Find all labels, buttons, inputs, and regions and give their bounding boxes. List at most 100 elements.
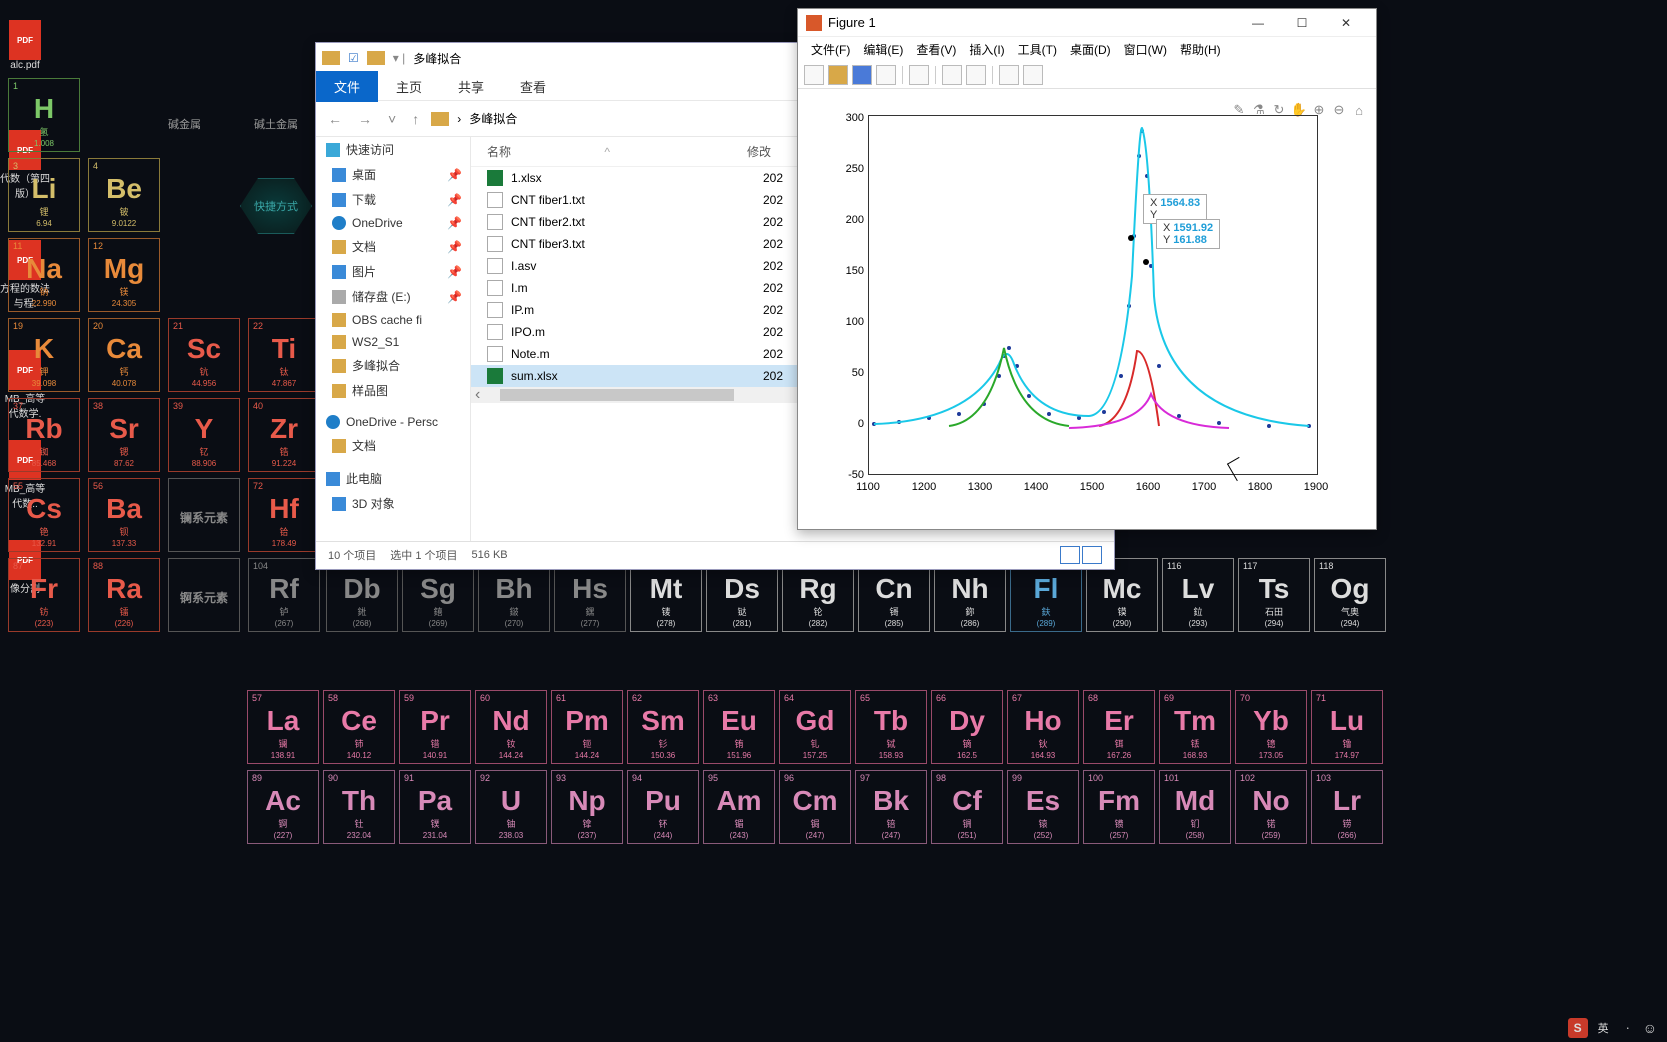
ribbon-file[interactable]: 文件 (316, 71, 378, 102)
element-no[interactable]: 102No锘(259) (1235, 770, 1307, 844)
print-icon[interactable] (876, 65, 896, 85)
element-ba[interactable]: 56Ba钡137.33 (88, 478, 160, 552)
col-name[interactable]: 名称 (487, 145, 511, 159)
element-bk[interactable]: 97Bk锫(247) (855, 770, 927, 844)
element-cm[interactable]: 96Cm锔(247) (779, 770, 851, 844)
menu-item[interactable]: 文件(F) (806, 41, 855, 58)
ime-lang[interactable]: 英 (1594, 1018, 1613, 1038)
view-grid-icon[interactable] (1082, 546, 1102, 564)
element-md[interactable]: 101Md钔(258) (1159, 770, 1231, 844)
nav-fwd-icon[interactable]: → (354, 111, 376, 127)
element-be[interactable]: 4Be铍9.0122 (88, 158, 160, 232)
sidebar-obs[interactable]: OBS cache fi (316, 309, 470, 331)
sidebar-onedrive[interactable]: OneDrive📌 (316, 212, 470, 234)
minimize-button[interactable]: — (1236, 9, 1280, 37)
element-na[interactable]: 11Na钠22.990 (8, 238, 80, 312)
element-sr[interactable]: 38Sr锶87.62 (88, 398, 160, 472)
element-ra[interactable]: 88Ra镭(226) (88, 558, 160, 632)
element-yb[interactable]: 70Yb镱173.05 (1235, 690, 1307, 764)
arrow-icon[interactable] (999, 65, 1019, 85)
element-sm[interactable]: 62Sm钐150.36 (627, 690, 699, 764)
desktop-pdf-icon[interactable]: PDFalc.pdf (0, 20, 50, 71)
element-lu[interactable]: 71Lu镥174.97 (1311, 690, 1383, 764)
element-gd[interactable]: 64Gd钆157.25 (779, 690, 851, 764)
element-lv[interactable]: 116Lv鉝(293) (1162, 558, 1234, 632)
breadcrumb[interactable]: 多峰拟合 (469, 110, 517, 127)
element-li[interactable]: 3Li锂6.94 (8, 158, 80, 232)
maximize-button[interactable]: ☐ (1280, 9, 1324, 37)
sogou-ime-icon[interactable]: S (1568, 1018, 1588, 1038)
element-tm[interactable]: 69Tm铥168.93 (1159, 690, 1231, 764)
element-rb[interactable]: 37Rb铷85.468 (8, 398, 80, 472)
layout-icon[interactable] (1023, 65, 1043, 85)
element-es[interactable]: 99Es锿(252) (1007, 770, 1079, 844)
element-u[interactable]: 92U铀238.03 (475, 770, 547, 844)
sidebar-desktop[interactable]: 桌面📌 (316, 162, 470, 187)
element-og[interactable]: 118Og气奥(294) (1314, 558, 1386, 632)
sidebar-folder2[interactable]: 样品图 (316, 378, 470, 403)
element-pr[interactable]: 59Pr镨140.91 (399, 690, 471, 764)
element-ac[interactable]: 89Ac锕(227) (247, 770, 319, 844)
element-pm[interactable]: 61Pm钷144.24 (551, 690, 623, 764)
ribbon-home[interactable]: 主页 (378, 71, 440, 102)
sidebar-3d-objects[interactable]: 3D 对象 (316, 491, 470, 516)
element-hf[interactable]: 72Hf铪178.49 (248, 478, 320, 552)
sidebar-folder1[interactable]: 多峰拟合 (316, 353, 470, 378)
element-am[interactable]: 95Am镅(243) (703, 770, 775, 844)
ime-mode[interactable]: ㆍ (1619, 1018, 1637, 1038)
element-k[interactable]: 19K钾39.098 (8, 318, 80, 392)
element-cs[interactable]: 55Cs铯132.91 (8, 478, 80, 552)
element-ce[interactable]: 58Ce铈140.12 (323, 690, 395, 764)
shortcut-hexagon[interactable]: 快捷方式 (240, 178, 312, 234)
nav-dropdown-icon[interactable]: ˅ (384, 111, 400, 127)
element-pa[interactable]: 91Pa镤231.04 (399, 770, 471, 844)
menu-item[interactable]: 桌面(D) (1065, 41, 1116, 58)
element-mg[interactable]: 12Mg镁24.305 (88, 238, 160, 312)
element-fr[interactable]: 87Fr钫(223) (8, 558, 80, 632)
element-rf[interactable]: 104Rf𬬻(267) (248, 558, 320, 632)
menu-item[interactable]: 查看(V) (911, 41, 961, 58)
view-list-icon[interactable] (1060, 546, 1080, 564)
nav-up-icon[interactable]: ↑ (408, 111, 423, 127)
element-er[interactable]: 68Er铒167.26 (1083, 690, 1155, 764)
element-ca[interactable]: 20Ca钙40.078 (88, 318, 160, 392)
sidebar-this-pc[interactable]: 此电脑 (316, 466, 470, 491)
sidebar-drive-e[interactable]: 储存盘 (E:)📌 (316, 284, 470, 309)
sidebar-quick-access[interactable]: 快速访问 (316, 137, 470, 162)
sidebar-pictures[interactable]: 图片📌 (316, 259, 470, 284)
element-dy[interactable]: 66Dy镝162.5 (931, 690, 1003, 764)
sidebar-downloads[interactable]: 下载📌 (316, 187, 470, 212)
element-ho[interactable]: 67Ho钬164.93 (1007, 690, 1079, 764)
element-lr[interactable]: 103Lr铹(266) (1311, 770, 1383, 844)
element-ti[interactable]: 22Ti钛47.867 (248, 318, 320, 392)
element-sc[interactable]: 21Sc钪44.956 (168, 318, 240, 392)
sidebar-onedrive-personal[interactable]: OneDrive - Persc (316, 411, 470, 433)
element-ts[interactable]: 117Ts石田(294) (1238, 558, 1310, 632)
legend-icon[interactable] (966, 65, 986, 85)
sidebar-documents2[interactable]: 文档 (316, 433, 470, 458)
element-zr[interactable]: 40Zr锆91.224 (248, 398, 320, 472)
menu-item[interactable]: 帮助(H) (1175, 41, 1226, 58)
datatip[interactable]: X 1591.92Y 161.88 (1156, 219, 1220, 249)
element-eu[interactable]: 63Eu铕151.96 (703, 690, 775, 764)
new-icon[interactable] (804, 65, 824, 85)
menu-item[interactable]: 工具(T) (1013, 41, 1062, 58)
menu-item[interactable]: 窗口(W) (1119, 41, 1172, 58)
open-icon[interactable] (828, 65, 848, 85)
close-button[interactable]: ✕ (1324, 9, 1368, 37)
colorbar-icon[interactable] (942, 65, 962, 85)
save-icon[interactable] (852, 65, 872, 85)
element-tb[interactable]: 65Tb铽158.93 (855, 690, 927, 764)
emoji-icon[interactable]: ☺ (1643, 1020, 1657, 1036)
element-th[interactable]: 90Th钍232.04 (323, 770, 395, 844)
element-nd[interactable]: 60Nd钕144.24 (475, 690, 547, 764)
element-la[interactable]: 57La镧138.91 (247, 690, 319, 764)
menu-item[interactable]: 编辑(E) (858, 41, 908, 58)
ribbon-view[interactable]: 查看 (502, 71, 564, 102)
element-y[interactable]: 39Y钇88.906 (168, 398, 240, 472)
ribbon-share[interactable]: 共享 (440, 71, 502, 102)
figure-axes[interactable]: -50050100150200250300 110012001300140015… (798, 89, 1376, 529)
element-np[interactable]: 93Np镎(237) (551, 770, 623, 844)
link-icon[interactable] (909, 65, 929, 85)
sidebar-documents[interactable]: 文档📌 (316, 234, 470, 259)
